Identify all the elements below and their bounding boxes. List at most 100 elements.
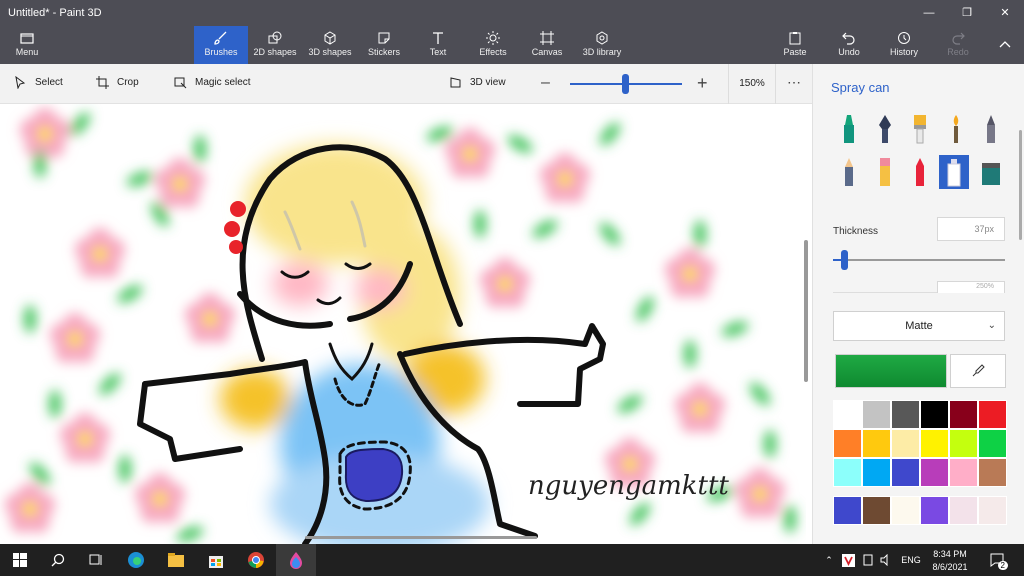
language-indicator[interactable]: ENG xyxy=(898,544,924,576)
pencil-brush[interactable] xyxy=(834,155,864,189)
eyedropper-button[interactable] xyxy=(950,354,1006,388)
color-swatch[interactable] xyxy=(978,458,1007,487)
tab-text[interactable]: Text xyxy=(411,26,465,64)
color-swatch[interactable] xyxy=(862,458,891,487)
color-swatch[interactable] xyxy=(978,496,1007,525)
store-icon xyxy=(209,556,223,568)
collapse-ribbon-button[interactable] xyxy=(985,26,1024,64)
tray-battery[interactable] xyxy=(860,544,876,576)
color-swatch[interactable] xyxy=(920,429,949,458)
tab-3d-shapes[interactable]: 3D shapes xyxy=(303,26,357,64)
taskbar-store[interactable] xyxy=(196,544,236,576)
opacity-input-partial[interactable]: 250% xyxy=(937,281,1005,293)
color-swatch[interactable] xyxy=(862,400,891,429)
history-button[interactable]: History xyxy=(877,26,931,64)
color-swatch[interactable] xyxy=(833,496,862,525)
crop-tool[interactable]: Crop xyxy=(96,76,139,89)
eraser-brush[interactable] xyxy=(870,155,900,189)
canvas-vertical-scrollbar[interactable] xyxy=(804,240,808,382)
fill-bucket-brush[interactable] xyxy=(976,155,1006,189)
taskbar-chrome[interactable] xyxy=(236,544,276,576)
drawing-canvas[interactable]: nguyengamkttt xyxy=(0,104,806,544)
color-swatch[interactable] xyxy=(978,429,1007,458)
tab-label: Brushes xyxy=(204,47,238,57)
undo-button[interactable]: Undo xyxy=(822,26,876,64)
pixel-pen-brush[interactable] xyxy=(976,112,1006,146)
thickness-slider[interactable] xyxy=(833,250,1005,270)
zoom-in-button[interactable]: + xyxy=(697,73,708,94)
cube-icon xyxy=(303,26,357,46)
color-swatch[interactable] xyxy=(920,496,949,525)
sticker-icon xyxy=(357,26,411,46)
redo-button[interactable]: Redo xyxy=(931,26,985,64)
maximize-button[interactable]: ❐ xyxy=(948,0,986,26)
spray-can-brush[interactable] xyxy=(939,155,969,189)
color-swatch[interactable] xyxy=(949,400,978,429)
tab-stickers[interactable]: Stickers xyxy=(357,26,411,64)
marker-icon xyxy=(844,115,854,143)
menu-label: Menu xyxy=(15,47,39,57)
thickness-input[interactable]: 37px xyxy=(937,217,1005,241)
text-icon xyxy=(411,26,465,46)
system-clock[interactable]: 8:34 PM 8/6/2021 xyxy=(922,548,978,574)
tab-canvas[interactable]: Canvas xyxy=(520,26,574,64)
thickness-slider-thumb[interactable] xyxy=(841,250,848,270)
close-button[interactable]: ✕ xyxy=(986,0,1024,26)
color-swatch[interactable] xyxy=(920,458,949,487)
zoom-out-button[interactable]: – xyxy=(541,74,550,92)
zoom-level[interactable]: 150% xyxy=(728,64,776,104)
undo-label: Undo xyxy=(838,47,860,57)
custom-color-palette xyxy=(833,496,1007,525)
color-swatch[interactable] xyxy=(891,496,920,525)
zoom-slider-thumb[interactable] xyxy=(622,74,629,94)
tab-3d-library[interactable]: 3D library xyxy=(575,26,629,64)
marker-brush[interactable] xyxy=(834,112,864,146)
panel-scrollbar[interactable] xyxy=(1019,130,1022,240)
tab-effects[interactable]: Effects xyxy=(466,26,520,64)
finish-dropdown[interactable]: Matte ⌄ xyxy=(833,311,1005,341)
3d-view-label: 3D view xyxy=(470,77,506,88)
color-swatch[interactable] xyxy=(949,496,978,525)
color-swatch[interactable] xyxy=(891,429,920,458)
taskbar-file-explorer[interactable] xyxy=(156,544,196,576)
minimize-button[interactable]: — xyxy=(910,0,948,26)
clock-time: 8:34 PM xyxy=(933,549,967,559)
magic-select-tool[interactable]: Magic select xyxy=(174,76,251,89)
color-swatch[interactable] xyxy=(862,496,891,525)
color-swatch[interactable] xyxy=(862,429,891,458)
tray-antivirus[interactable] xyxy=(840,544,856,576)
taskbar-paint-3d[interactable] xyxy=(276,544,316,576)
canvas-horizontal-scrollbar[interactable] xyxy=(305,536,537,539)
search-button[interactable] xyxy=(38,544,78,576)
panel-title: Spray can xyxy=(831,80,890,95)
color-swatch[interactable] xyxy=(949,458,978,487)
3d-view-toggle[interactable]: 3D view xyxy=(449,76,506,89)
tab-2d-shapes[interactable]: 2D shapes xyxy=(248,26,302,64)
watercolor-brush[interactable] xyxy=(941,112,971,146)
tray-overflow-button[interactable]: ⌃ xyxy=(822,544,836,576)
select-tool[interactable]: Select xyxy=(14,76,63,89)
color-swatch[interactable] xyxy=(920,400,949,429)
crayon-brush[interactable] xyxy=(905,155,935,189)
color-swatch[interactable] xyxy=(833,429,862,458)
tab-brushes[interactable]: Brushes xyxy=(194,26,248,64)
oil-brush[interactable] xyxy=(905,112,935,146)
color-swatch[interactable] xyxy=(949,429,978,458)
taskbar-edge[interactable] xyxy=(116,544,156,576)
color-swatch[interactable] xyxy=(891,400,920,429)
color-swatch[interactable] xyxy=(978,400,1007,429)
notifications-button[interactable]: 2 xyxy=(986,544,1010,576)
current-color-swatch[interactable] xyxy=(835,354,947,388)
color-swatch[interactable] xyxy=(833,458,862,487)
color-swatch[interactable] xyxy=(833,400,862,429)
calligraphy-pen-icon xyxy=(879,115,891,143)
color-swatch[interactable] xyxy=(891,458,920,487)
more-options-button[interactable]: ⋯ xyxy=(787,74,801,91)
menu-button[interactable]: Menu xyxy=(0,26,54,64)
tray-volume[interactable] xyxy=(878,544,894,576)
task-view-button[interactable] xyxy=(76,544,116,576)
tab-label: 3D library xyxy=(582,47,622,57)
start-button[interactable] xyxy=(0,544,40,576)
paste-button[interactable]: Paste xyxy=(768,26,822,64)
calligraphy-pen-brush[interactable] xyxy=(870,112,900,146)
